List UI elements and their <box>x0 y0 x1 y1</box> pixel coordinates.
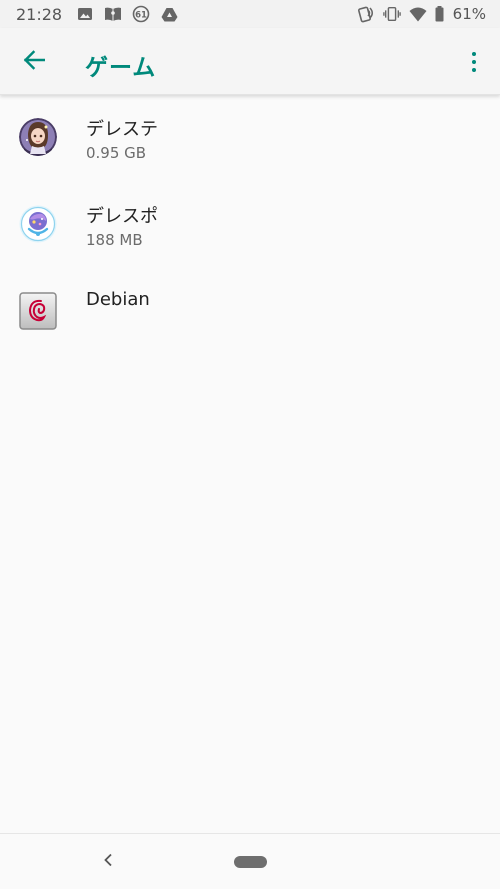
status-bar: 21:28 61 61% <box>0 0 500 28</box>
nav-back-icon <box>103 852 113 871</box>
navigation-bar <box>0 833 500 889</box>
debian-app-icon <box>19 292 57 330</box>
more-vert-icon-dot <box>472 60 476 64</box>
list-item[interactable]: Debian <box>0 270 500 357</box>
app-name: デレステ <box>86 119 158 140</box>
app-bar: ゲーム <box>0 28 500 95</box>
nav-back-button[interactable] <box>96 848 120 874</box>
back-button[interactable] <box>14 42 54 82</box>
app-name: デレスポ <box>86 206 158 227</box>
app-name: Debian <box>86 289 150 310</box>
vibrate-icon <box>382 5 401 23</box>
more-options-button[interactable] <box>462 42 486 82</box>
deresupo-app-icon <box>19 205 57 243</box>
nfc-icon <box>357 5 375 23</box>
badge-61-icon: 61 <box>132 5 150 23</box>
status-time: 21:28 <box>16 4 63 24</box>
status-right: 61% <box>357 5 486 23</box>
page-title: ゲーム <box>85 55 157 81</box>
more-vert-icon-dot <box>472 52 476 56</box>
list-item[interactable]: デレステ 0.95 GB <box>0 96 500 183</box>
status-left: 21:28 61 <box>16 5 178 24</box>
wifi-icon <box>409 5 427 23</box>
more-vert-icon-dot <box>472 68 476 72</box>
svg-text:61: 61 <box>135 10 147 20</box>
arrow-left-icon <box>23 50 46 74</box>
app-list: デレステ 0.95 GB デレスポ 188 MB Debian <box>0 96 500 357</box>
deresute-app-icon <box>19 118 57 156</box>
battery-icon <box>435 5 445 23</box>
app-size: 0.95 GB <box>86 144 147 162</box>
image-icon <box>76 5 94 23</box>
drive-icon <box>160 5 178 23</box>
book-icon <box>104 5 122 23</box>
nav-home-pill[interactable] <box>234 856 267 868</box>
battery-percentage: 61% <box>452 5 486 23</box>
list-item[interactable]: デレスポ 188 MB <box>0 183 500 270</box>
app-size: 188 MB <box>86 231 143 249</box>
